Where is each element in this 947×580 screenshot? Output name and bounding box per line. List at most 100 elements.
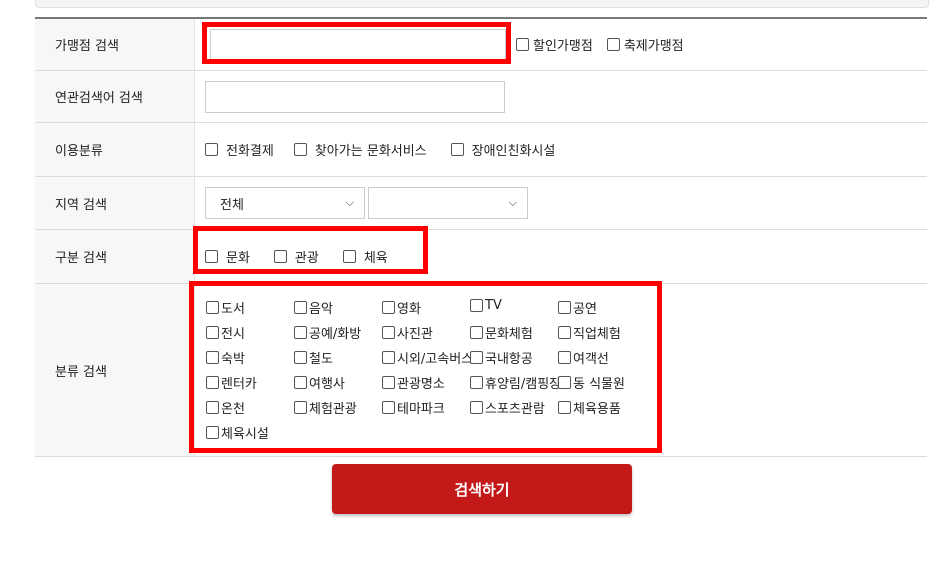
category-option[interactable]: 온천 (206, 398, 245, 417)
category-option[interactable]: TV (470, 298, 502, 313)
culture-option[interactable]: 문화 (205, 247, 250, 266)
visiting-culture-option[interactable]: 찾아가는 문화서비스 (293, 140, 427, 159)
category-checkbox[interactable] (206, 401, 219, 414)
category-option[interactable]: 체육용품 (558, 398, 621, 417)
category-checkbox[interactable] (206, 376, 219, 389)
related-search-input[interactable] (205, 80, 505, 113)
category-option-label: 철도 (309, 352, 333, 367)
culture-checkbox[interactable] (205, 250, 218, 263)
category-option-label: 도서 (221, 302, 245, 317)
category-option[interactable]: 체험관광 (294, 398, 357, 417)
search-submit-button[interactable]: 검색하기 (332, 464, 632, 514)
row-category-search: 분류 검색 도서 음악 영화 TV 공연 전시 공예/화방 사진관 문화체험 직업체험 숙박 철도 시외… (35, 284, 927, 457)
category-option-label: 영화 (397, 302, 421, 317)
row-store-search: 가맹점 검색 할인가맹점 축제가맹점 (35, 19, 927, 71)
category-option[interactable]: 시외/고속버스 (382, 348, 473, 367)
region-select-secondary[interactable]: ⌵ (368, 187, 528, 219)
label-related-search: 연관검색어 검색 (35, 71, 195, 122)
store-search-input[interactable] (210, 28, 506, 61)
category-checkbox[interactable] (206, 301, 219, 314)
category-option[interactable]: 문화체험 (470, 323, 533, 342)
category-option[interactable]: 여객선 (558, 348, 609, 367)
category-checkbox[interactable] (206, 426, 219, 439)
category-checkbox[interactable] (382, 326, 395, 339)
phone-payment-checkbox[interactable] (205, 143, 218, 156)
sports-checkbox[interactable] (342, 250, 356, 263)
category-option[interactable]: 스포츠관람 (470, 398, 545, 417)
top-bar (35, 0, 929, 8)
category-checkbox[interactable] (558, 301, 571, 314)
category-checkbox[interactable] (382, 351, 395, 364)
category-checkbox[interactable] (294, 326, 307, 339)
category-checkbox[interactable] (206, 351, 219, 364)
sports-option[interactable]: 체육 (342, 247, 388, 266)
label-region-search: 지역 검색 (35, 177, 195, 229)
category-checkbox[interactable] (470, 401, 483, 414)
category-option-label: 휴양림/캠핑장 (485, 377, 562, 392)
category-checkbox[interactable] (294, 351, 307, 364)
category-option[interactable]: 렌터카 (206, 373, 257, 392)
category-option-label: TV (485, 298, 502, 313)
category-option[interactable]: 체육시설 (206, 423, 269, 442)
category-checkbox[interactable] (558, 326, 571, 339)
category-option-label: 사진관 (397, 327, 433, 342)
related-search-cell (195, 71, 927, 122)
category-checkbox[interactable] (470, 299, 483, 312)
category-checkbox[interactable] (382, 401, 395, 414)
label-store-search: 가맹점 검색 (35, 19, 195, 70)
row-division-search: 구분 검색 문화 관광 체육 (35, 230, 927, 284)
category-checkbox[interactable] (382, 301, 395, 314)
category-option[interactable]: 음악 (294, 298, 333, 317)
category-checkbox[interactable] (294, 376, 307, 389)
category-option[interactable]: 도서 (206, 298, 245, 317)
phone-payment-option[interactable]: 전화결제 (205, 140, 274, 159)
disability-friendly-option[interactable]: 장애인친화시설 (450, 140, 555, 159)
category-checkbox[interactable] (470, 351, 483, 364)
category-checkbox[interactable] (294, 301, 307, 314)
category-option[interactable]: 전시 (206, 323, 245, 342)
chevron-down-icon: ⌵ (508, 196, 517, 209)
discount-store-checkbox[interactable] (516, 38, 529, 51)
category-checkbox[interactable] (470, 376, 483, 389)
tourism-option[interactable]: 관광 (273, 247, 319, 266)
category-checkbox[interactable] (558, 401, 571, 414)
festival-store-option[interactable]: 축제가맹점 (606, 35, 684, 54)
category-option-label: 체육시설 (221, 427, 269, 442)
category-option-label: 문화체험 (485, 327, 533, 342)
label-division-search: 구분 검색 (35, 230, 195, 283)
category-option[interactable]: 직업체험 (558, 323, 621, 342)
category-option-label: 체육용품 (573, 402, 621, 417)
category-option[interactable]: 국내항공 (470, 348, 533, 367)
category-option-label: 온천 (221, 402, 245, 417)
disability-friendly-checkbox[interactable] (450, 143, 464, 156)
region-select-primary[interactable]: 전체 ⌵ (205, 187, 365, 219)
category-option-label: 직업체험 (573, 327, 621, 342)
category-checkbox[interactable] (558, 351, 571, 364)
category-option-label: 체험관광 (309, 402, 357, 417)
category-option-label: 국내항공 (485, 352, 533, 367)
category-option[interactable]: 동 식물원 (558, 373, 625, 392)
category-option[interactable]: 테마파크 (382, 398, 445, 417)
row-region-search: 지역 검색 전체 ⌵ ⌵ (35, 177, 927, 230)
visiting-culture-checkbox[interactable] (293, 143, 307, 156)
category-checkbox[interactable] (558, 376, 571, 389)
category-checkbox[interactable] (470, 326, 483, 339)
discount-store-option[interactable]: 할인가맹점 (516, 35, 593, 54)
category-option[interactable]: 공예/화방 (294, 323, 361, 342)
tourism-checkbox[interactable] (273, 250, 287, 263)
category-option[interactable]: 여행사 (294, 373, 345, 392)
category-option[interactable]: 철도 (294, 348, 333, 367)
category-option-label: 테마파크 (397, 402, 445, 417)
category-checkbox[interactable] (206, 326, 219, 339)
category-option[interactable]: 공연 (558, 298, 597, 317)
category-option[interactable]: 관광명소 (382, 373, 445, 392)
category-option[interactable]: 숙박 (206, 348, 245, 367)
region-search-cell: 전체 ⌵ ⌵ (195, 177, 927, 229)
category-option[interactable]: 휴양림/캠핑장 (470, 373, 561, 392)
category-option-label: 관광명소 (397, 377, 445, 392)
category-checkbox[interactable] (382, 376, 395, 389)
category-option[interactable]: 영화 (382, 298, 421, 317)
category-option[interactable]: 사진관 (382, 323, 433, 342)
category-checkbox[interactable] (294, 401, 307, 414)
festival-store-checkbox[interactable] (606, 38, 620, 51)
